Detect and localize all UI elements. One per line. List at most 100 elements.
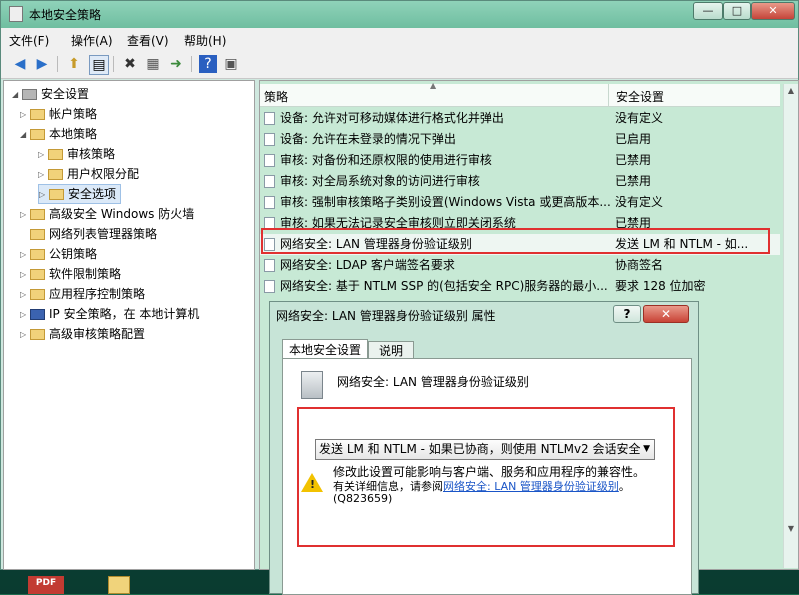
vertical-scrollbar[interactable]: ▲ ▼ — [783, 84, 798, 568]
dialog-title: 网络安全: LAN 管理器身份验证级别 属性 — [276, 309, 496, 323]
toolbar-separator — [57, 56, 58, 72]
action-pane-icon[interactable]: ▣ — [222, 55, 240, 73]
properties-dialog: 网络安全: LAN 管理器身份验证级别 属性 ? ✕ 本地安全设置 说明 网络安… — [269, 301, 699, 595]
properties-icon[interactable]: ▦ — [144, 55, 162, 73]
table-row[interactable]: 网络安全: LDAP 客户端签名要求 协商签名 — [260, 255, 780, 276]
folder-icon — [30, 249, 45, 260]
folder-icon — [30, 269, 45, 280]
tree-node-app-control[interactable]: ▷ 应用程序控制策略 — [20, 285, 145, 303]
table-row[interactable]: 审核: 对全局系统对象的访问进行审核 已禁用 — [260, 171, 780, 192]
window-title: 本地安全策略 — [29, 8, 102, 22]
tree-node-security-options[interactable]: ▷ 安全选项 — [38, 184, 122, 204]
dialog-help-button[interactable]: ? — [613, 305, 641, 323]
scroll-down-icon[interactable]: ▼ — [784, 522, 798, 536]
tree-node-local-policies[interactable]: ◢ 本地策略 — [20, 125, 97, 143]
server-icon — [301, 371, 323, 399]
column-divider[interactable] — [608, 84, 609, 106]
ip-security-icon — [30, 309, 45, 320]
warning-mark: ! — [310, 478, 316, 491]
policy-icon — [264, 280, 275, 293]
table-row[interactable]: 审核: 对备份和还原权限的使用进行审核 已禁用 — [260, 150, 780, 171]
collapse-arrow-icon[interactable]: ◢ — [12, 86, 22, 104]
expand-arrow-icon[interactable]: ▷ — [20, 326, 30, 344]
help-icon[interactable]: ? — [199, 55, 217, 73]
back-icon[interactable]: ◀ — [11, 55, 29, 73]
policy-icon — [264, 259, 275, 272]
auth-level-select[interactable]: 发送 LM 和 NTLM - 如果已协商，则使用 NTLMv2 会话安全 ▼ — [315, 439, 655, 460]
menu-view[interactable]: 查看(V) — [127, 32, 169, 49]
app-icon — [9, 6, 23, 22]
folder-icon — [30, 129, 45, 140]
tab-explain[interactable]: 说明 — [368, 341, 414, 359]
sort-arrow-icon: ▲ — [430, 81, 437, 90]
folder-icon — [30, 329, 45, 340]
collapse-arrow-icon[interactable]: ◢ — [20, 126, 30, 144]
menu-action[interactable]: 操作(A) — [71, 32, 113, 49]
forward-icon[interactable]: ▶ — [33, 55, 51, 73]
tree-node-user-rights[interactable]: ▷ 用户权限分配 — [38, 165, 139, 183]
expand-arrow-icon[interactable]: ▷ — [38, 166, 48, 184]
tree-node-security-settings[interactable]: ◢ 安全设置 — [12, 85, 89, 103]
table-row[interactable]: 网络安全: 基于 NTLM SSP 的(包括安全 RPC)服务器的最小... 要求… — [260, 276, 780, 297]
toolbar-separator — [191, 56, 192, 72]
policy-icon — [264, 154, 275, 167]
folder-icon — [48, 149, 63, 160]
expand-arrow-icon[interactable]: ▷ — [20, 286, 30, 304]
table-row[interactable]: 设备: 允许对可移动媒体进行格式化并弹出 没有定义 — [260, 108, 780, 129]
expand-arrow-icon[interactable]: ▷ — [20, 246, 30, 264]
expand-arrow-icon[interactable]: ▷ — [20, 206, 30, 224]
folder-icon — [30, 229, 45, 240]
folder-icon[interactable] — [108, 576, 130, 594]
policy-icon — [264, 196, 275, 209]
tree-node-network-list[interactable]: 网络列表管理器策略 — [20, 225, 157, 243]
tree-node-advanced-audit[interactable]: ▷ 高级审核策略配置 — [20, 325, 145, 343]
expand-arrow-icon[interactable]: ▷ — [38, 146, 48, 164]
delete-icon[interactable]: ✖ — [121, 55, 139, 73]
table-row[interactable]: 设备: 允许在未登录的情况下弹出 已启用 — [260, 129, 780, 150]
toolbar-separator — [113, 56, 114, 72]
expand-arrow-icon[interactable]: ▷ — [20, 266, 30, 284]
folder-icon — [30, 209, 45, 220]
toolbar: ◀ ▶ ⬆ ▤ ✖ ▦ ➜ ? ▣ — [1, 50, 798, 79]
tree-node-audit-policy[interactable]: ▷ 审核策略 — [38, 145, 115, 163]
policy-help-link[interactable]: 网络安全: LAN 管理器身份验证级别 — [443, 480, 619, 493]
tree-node-public-key[interactable]: ▷ 公钥策略 — [20, 245, 97, 263]
minimize-button[interactable]: — — [693, 2, 723, 20]
folder-icon — [48, 169, 63, 180]
dialog-close-button[interactable]: ✕ — [643, 305, 689, 323]
menu-help[interactable]: 帮助(H) — [184, 32, 226, 49]
tree-node-software-restriction[interactable]: ▷ 软件限制策略 — [20, 265, 121, 283]
folder-icon — [30, 289, 45, 300]
policy-icon — [264, 175, 275, 188]
policy-icon — [264, 133, 275, 146]
column-header: 策略 ▲ 安全设置 — [260, 81, 780, 107]
table-row[interactable]: 审核: 强制审核策略子类别设置(Windows Vista 或更高版本... 没有… — [260, 192, 780, 213]
chevron-down-icon[interactable]: ▼ — [643, 440, 650, 459]
folder-icon — [49, 189, 64, 200]
maximize-button[interactable]: □ — [723, 2, 751, 20]
column-header-policy[interactable]: 策略 — [264, 88, 288, 105]
highlight-annotation — [261, 228, 770, 254]
scroll-up-icon[interactable]: ▲ — [784, 84, 798, 98]
menu-bar: 文件(F) 操作(A) 查看(V) 帮助(H) — [1, 28, 798, 50]
export-list-icon[interactable]: ➜ — [167, 55, 185, 73]
expand-arrow-icon[interactable]: ▷ — [39, 186, 49, 204]
expand-arrow-icon[interactable]: ▷ — [20, 306, 30, 324]
tree-node-firewall[interactable]: ▷ 高级安全 Windows 防火墙 — [20, 205, 194, 223]
tree-node-account-policies[interactable]: ▷ 帐户策略 — [20, 105, 97, 123]
show-hide-tree-icon[interactable]: ▤ — [89, 55, 109, 75]
auth-level-selected-value: 发送 LM 和 NTLM - 如果已协商，则使用 NTLMv2 会话安全 — [319, 442, 641, 456]
tree-pane: ◢ 安全设置 ▷ 帐户策略 ◢ 本地策略 ▷ 审核策略 ▷ 用户权限分配 ▷ 安全选项 ▷ 高… — [3, 80, 255, 570]
folder-icon — [30, 109, 45, 120]
menu-file[interactable]: 文件(F) — [9, 32, 49, 49]
kb-article-id: (Q823659) — [333, 492, 393, 505]
pdf-file-icon[interactable]: PDF — [28, 576, 64, 594]
close-button[interactable]: ✕ — [751, 2, 795, 20]
column-header-setting[interactable]: 安全设置 — [616, 88, 664, 105]
tree-node-ip-security[interactable]: ▷ IP 安全策略，在 本地计算机 — [20, 305, 199, 323]
tab-local-security-setting[interactable]: 本地安全设置 — [282, 339, 368, 359]
expand-arrow-icon[interactable]: ▷ — [20, 106, 30, 124]
up-folder-icon[interactable]: ⬆ — [65, 55, 83, 73]
title-bar[interactable]: 本地安全策略 — □ ✕ — [1, 1, 798, 28]
policy-icon — [264, 112, 275, 125]
